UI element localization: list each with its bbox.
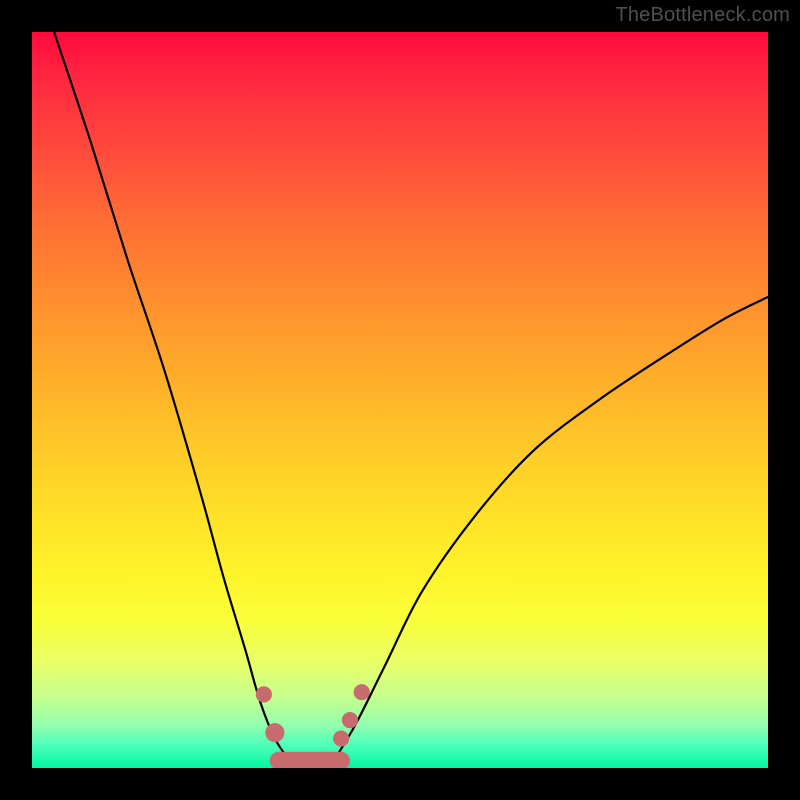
curve-right-branch	[334, 297, 768, 761]
marker-dot	[333, 730, 349, 746]
chart-svg	[32, 32, 768, 768]
curve-left-branch	[54, 32, 290, 761]
plot-area	[32, 32, 768, 768]
marker-dot	[342, 712, 358, 728]
marker-dot	[354, 684, 370, 700]
marker-set	[256, 684, 370, 761]
marker-dot	[265, 723, 284, 742]
watermark-text: TheBottleneck.com	[615, 4, 790, 27]
chart-frame: TheBottleneck.com	[0, 0, 800, 800]
marker-dot	[256, 686, 272, 702]
